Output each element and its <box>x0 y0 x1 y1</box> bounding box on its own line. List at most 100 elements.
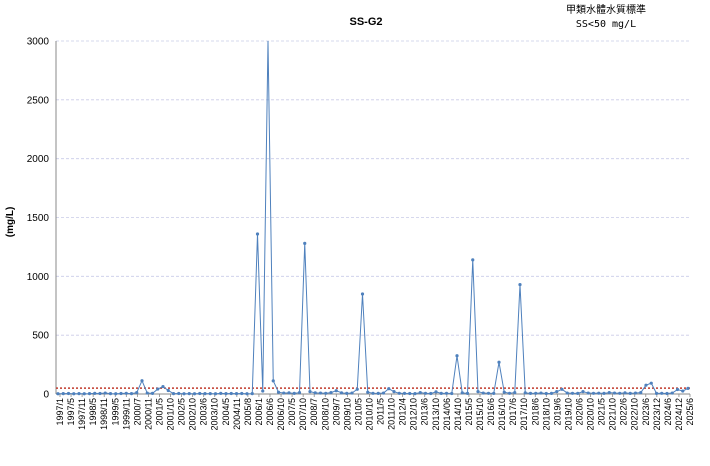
data-point <box>502 390 506 394</box>
data-point <box>528 391 533 396</box>
x-tick-label: 2022/6 <box>619 398 629 426</box>
data-point <box>434 390 438 394</box>
data-point <box>166 388 170 393</box>
data-point <box>492 391 496 396</box>
gridlines <box>56 40 690 336</box>
data-point <box>686 386 690 390</box>
data-point <box>560 387 564 391</box>
x-tick-label: 2003/6 <box>199 398 209 426</box>
data-point <box>318 391 323 395</box>
data-point <box>497 360 501 364</box>
data-point <box>618 391 622 395</box>
data-point <box>339 391 344 395</box>
data-point <box>72 392 76 396</box>
standard-note-line2: SS<50 mg/L <box>576 19 636 30</box>
x-tick-label: 2022/10 <box>630 398 640 431</box>
data-point <box>644 383 648 387</box>
data-point <box>303 241 307 245</box>
data-point <box>581 390 585 394</box>
data-point <box>187 392 191 396</box>
data-point <box>576 391 580 396</box>
data-point <box>418 390 422 395</box>
x-tick-label: 2001/10 <box>166 398 176 431</box>
x-tick-label: 2018/6 <box>530 398 540 426</box>
y-tick-label: 0 <box>43 390 49 401</box>
data-point <box>308 390 312 394</box>
data-point <box>135 390 139 395</box>
x-tick-label: 2005/8 <box>243 398 253 426</box>
data-point <box>628 391 632 396</box>
data-point <box>203 392 207 396</box>
data-point <box>681 389 685 393</box>
y-tick-label: 500 <box>32 331 49 342</box>
x-tick-label: 2013/6 <box>420 398 430 426</box>
x-tick-label: 2000/11 <box>143 398 153 430</box>
data-point <box>192 392 197 396</box>
data-point <box>660 391 664 395</box>
data-point <box>224 392 228 396</box>
x-tick-label: 1997/5 <box>66 398 76 426</box>
data-point <box>329 390 333 395</box>
x-tick-label: 2019/10 <box>563 398 573 431</box>
data-point <box>534 391 538 395</box>
data-point <box>376 391 380 396</box>
chart-container: 0 500 1000 1500 2000 2500 3000 1997/1 1997/5 199… <box>0 0 710 461</box>
data-point <box>198 391 202 396</box>
data-point <box>177 391 181 396</box>
data-point <box>602 391 606 396</box>
x-axis: 1997/1 1997/5 1997/11 1998/5 1998/11 1999/5 19… <box>55 393 695 431</box>
data-point <box>665 391 669 396</box>
data-point <box>145 391 149 395</box>
x-tick-label: 2002/10 <box>188 398 198 431</box>
x-tick-label: 2007/5 <box>287 398 297 426</box>
data-point <box>623 391 627 395</box>
data-point <box>161 384 165 389</box>
data-point <box>61 392 65 396</box>
x-tick-label: 2021/10 <box>608 398 618 431</box>
y-tick-label: 3000 <box>27 37 50 48</box>
data-point <box>219 391 223 396</box>
data-point <box>171 392 176 396</box>
x-tick-label: 2014/10 <box>453 398 463 431</box>
data-point <box>523 391 527 395</box>
x-tick-label: 2007/10 <box>298 398 308 431</box>
x-tick-label: 2010/10 <box>364 398 374 431</box>
data-point <box>570 391 575 395</box>
x-tick-label: 2004/5 <box>221 398 231 426</box>
data-point <box>539 391 543 395</box>
data-point <box>381 391 386 395</box>
data-point <box>607 390 611 395</box>
data-point <box>313 391 317 395</box>
x-tick-label: 1997/11 <box>77 398 87 430</box>
x-tick-label: 2006/1 <box>254 398 264 426</box>
data-point <box>276 390 281 394</box>
data-point <box>549 391 554 396</box>
data-point <box>297 390 302 395</box>
x-tick-label: 2016/10 <box>497 398 507 431</box>
x-tick-label: 2006/10 <box>276 398 286 431</box>
data-point <box>56 392 60 396</box>
data-point <box>150 391 155 396</box>
x-tick-label: 2008/10 <box>320 398 330 431</box>
data-point <box>93 391 97 396</box>
data-point <box>119 391 123 396</box>
data-point <box>271 379 275 383</box>
data-point <box>392 390 396 394</box>
data-point <box>513 390 517 395</box>
x-tick-label: 2024/12 <box>674 398 684 431</box>
data-point <box>213 392 218 396</box>
x-tick-label: 2013/10 <box>431 398 441 431</box>
data-point <box>360 292 365 296</box>
data-point <box>597 391 601 395</box>
data-point <box>66 391 71 396</box>
x-tick-label: 2016/6 <box>486 398 496 426</box>
data-point <box>586 391 590 395</box>
data-point <box>555 390 559 394</box>
x-tick-label: 2012/4 <box>398 398 408 426</box>
x-tick-label: 2020/6 <box>574 398 584 426</box>
x-tick-label: 2015/5 <box>464 398 474 426</box>
data-point <box>345 391 349 396</box>
x-tick-label: 2014/06 <box>442 398 452 431</box>
data-point <box>124 391 128 395</box>
x-tick-label: 2023/6 <box>641 398 651 426</box>
